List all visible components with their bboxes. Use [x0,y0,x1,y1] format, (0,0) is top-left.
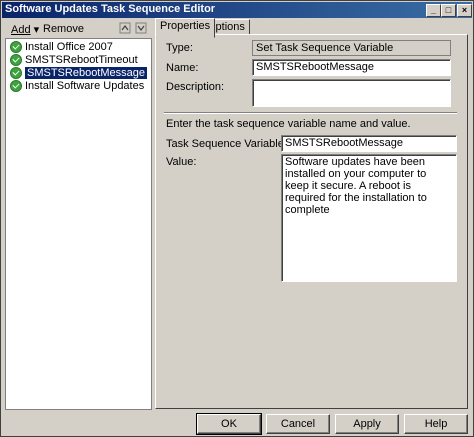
variable-input[interactable]: SMSTSRebootMessage [281,135,457,152]
tree-item-label: Install Software Updates [25,80,145,93]
tab-strip: Properties Options [155,18,467,38]
tab-properties[interactable]: Properties [155,18,216,38]
remove-button[interactable]: Remove [43,23,84,35]
instruction-text: Enter the task sequence variable name an… [166,118,411,130]
tree-item-install-software-updates[interactable]: Install Software Updates [10,80,145,93]
tree-item-label: Install Office 2007 [25,41,113,54]
cancel-button[interactable]: Cancel [266,414,330,434]
apply-button[interactable]: Apply [335,414,399,434]
name-label: Name: [166,62,199,74]
move-down-icon[interactable] [135,22,147,34]
success-check-icon [10,80,22,93]
tree-item-reboot-message[interactable]: SMSTSRebootMessage [10,67,147,80]
task-sequence-editor-window: Software Updates Task Sequence Editor _ … [0,0,474,437]
add-button[interactable]: Add ▾ [11,23,39,36]
value-label: Value: [166,156,197,168]
window-title: Software Updates Task Sequence Editor [5,3,216,15]
ok-button[interactable]: OK [196,413,262,435]
remove-label: Remove [43,23,84,35]
properties-panel: Type: Set Task Sequence Variable Name: S… [155,34,468,409]
type-value: Set Task Sequence Variable [252,40,451,56]
variable-label: Task Sequence Variable: [166,138,287,150]
success-check-icon [10,41,22,54]
success-check-icon [10,67,22,80]
title-bar[interactable]: Software Updates Task Sequence Editor _ … [2,2,472,18]
success-check-icon [10,54,22,67]
toolbar: Add ▾ Remove [5,21,149,37]
divider [164,112,457,114]
description-label: Description: [166,81,225,93]
help-button[interactable]: Help [404,414,468,434]
close-icon[interactable]: × [457,4,472,17]
tree-item-reboot-timeout[interactable]: SMSTSRebootTimeout [10,54,138,67]
move-up-icon[interactable] [119,22,131,34]
maximize-icon[interactable]: □ [441,4,456,17]
name-input[interactable]: SMSTSRebootMessage [252,59,451,76]
tree-item-install-office[interactable]: Install Office 2007 [10,41,113,54]
type-label: Type: [166,42,193,54]
description-input[interactable] [252,79,451,107]
minimize-icon[interactable]: _ [426,4,441,17]
tree-item-label: SMSTSRebootTimeout [25,54,138,67]
task-sequence-tree[interactable]: Install Office 2007 SMSTSRebootTimeout S… [5,38,152,410]
value-textarea[interactable]: Software updates have been installed on … [281,154,457,282]
add-label: Add [11,24,31,36]
tree-item-label: SMSTSRebootMessage [25,67,147,80]
